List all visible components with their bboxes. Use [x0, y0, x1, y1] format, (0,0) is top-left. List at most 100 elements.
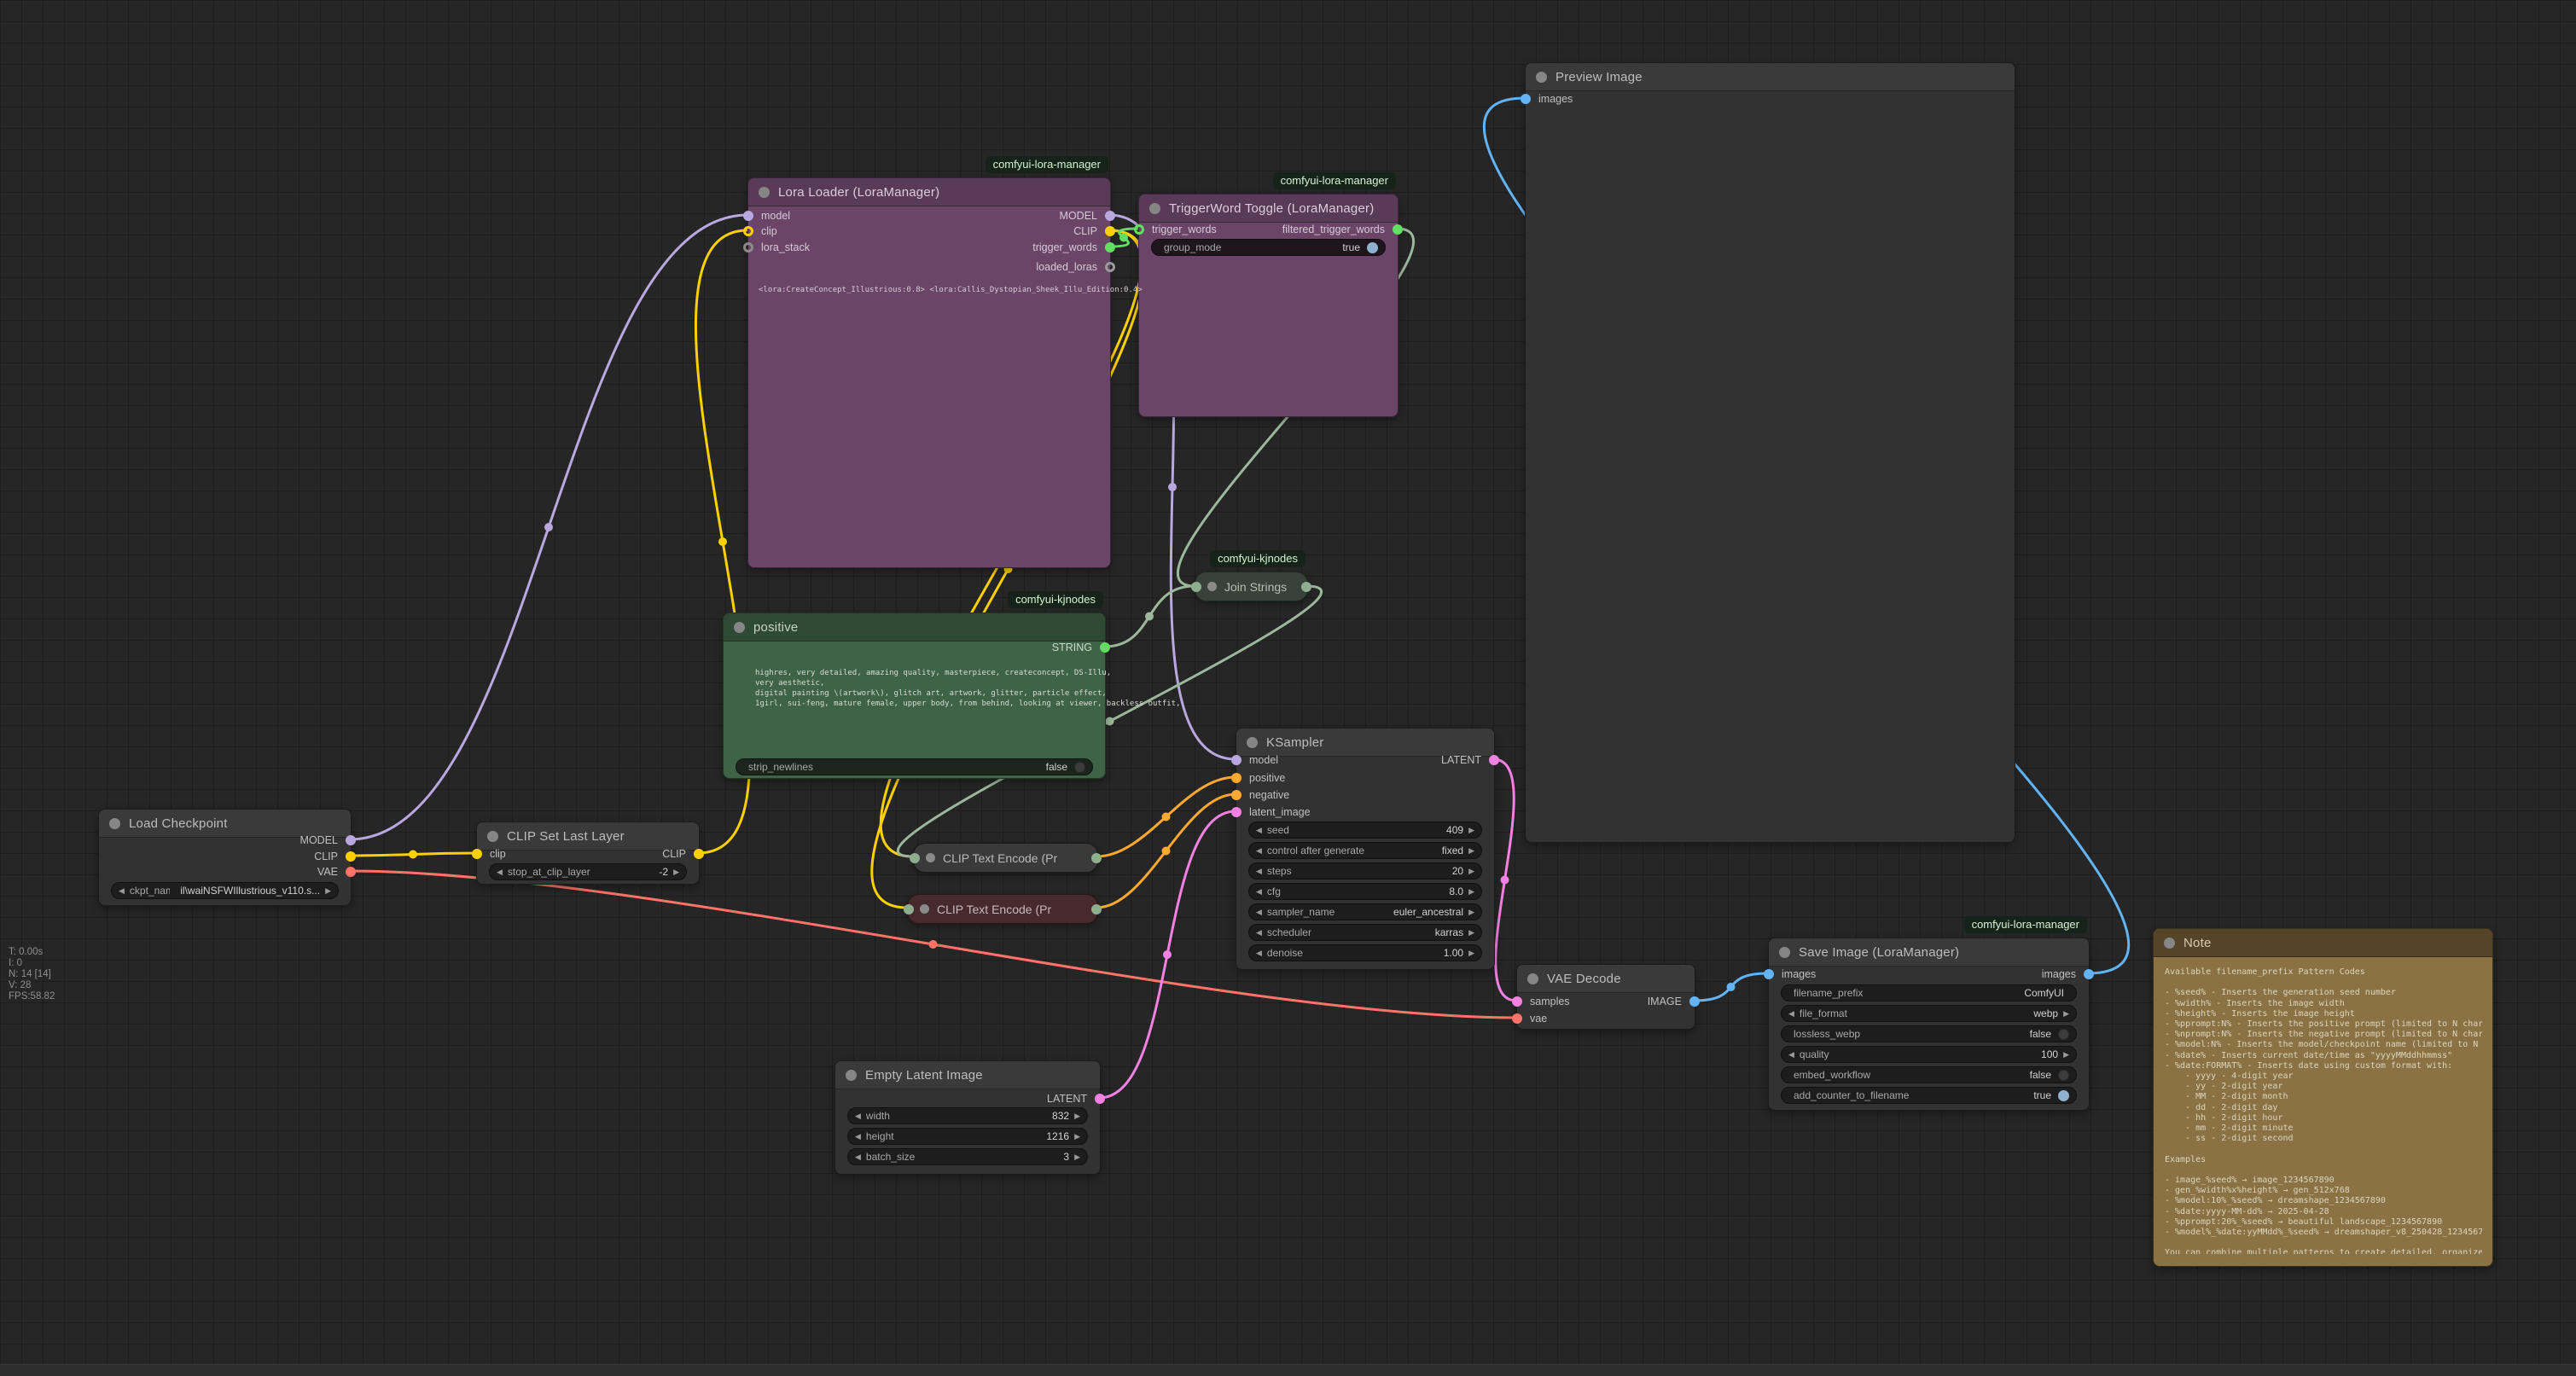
widget-group_mode[interactable]: group_modetrue: [1151, 239, 1386, 256]
node-clip-text-encode-positive[interactable]: CLIP Text Encode (Pr: [913, 843, 1098, 873]
increment-arrow-icon[interactable]: ▶: [2063, 1009, 2069, 1019]
input-slot-dot-images[interactable]: [1521, 94, 1531, 104]
decrement-arrow-icon[interactable]: ◀: [855, 1152, 861, 1162]
increment-arrow-icon[interactable]: ▶: [2063, 1050, 2069, 1060]
increment-arrow-icon[interactable]: ▶: [1468, 887, 1474, 897]
node-save-image[interactable]: comfyui-lora-managerSave Image (LoraMana…: [1768, 938, 2090, 1111]
widget-seed[interactable]: ◀seed409▶: [1248, 822, 1482, 839]
node-note[interactable]: NoteAvailable filename_prefix Pattern Co…: [2153, 928, 2493, 1267]
node-clip-set-last-layer[interactable]: CLIP Set Last LayerclipCLIP◀stop_at_clip…: [476, 822, 700, 885]
collapsed-input-dot[interactable]: [904, 904, 914, 914]
increment-arrow-icon[interactable]: ▶: [1468, 826, 1474, 835]
toggle-knob[interactable]: [2058, 1070, 2069, 1081]
widget-embed_workflow[interactable]: embed_workflowfalse: [1781, 1066, 2077, 1083]
decrement-arrow-icon[interactable]: ◀: [855, 1112, 861, 1121]
input-slot-dot-latent_image[interactable]: [1231, 807, 1241, 817]
node-load-checkpoint[interactable]: Load CheckpointMODELCLIPVAE◀ckpt_nameil\…: [98, 809, 352, 906]
node-triggerword-toggle[interactable]: comfyui-lora-managerTriggerWord Toggle (…: [1138, 194, 1398, 417]
decrement-arrow-icon[interactable]: ◀: [119, 886, 125, 896]
collapse-toggle-icon[interactable]: [1207, 582, 1217, 591]
widget-scheduler[interactable]: ◀schedulerkarras▶: [1248, 924, 1482, 941]
output-slot-dot-filtered_trigger_words[interactable]: [1393, 224, 1403, 235]
collapsed-input-dot[interactable]: [910, 853, 920, 863]
node-positive-prompt[interactable]: comfyui-kjnodespositiveSTRINGstrip_newli…: [723, 613, 1106, 779]
widget-control_after_generate[interactable]: ◀control after generatefixed▶: [1248, 842, 1482, 859]
widget-lossless_webp[interactable]: lossless_webpfalse: [1781, 1025, 2077, 1042]
collapse-toggle-icon[interactable]: [846, 1070, 857, 1081]
collapsed-input-dot[interactable]: [1191, 582, 1201, 592]
decrement-arrow-icon[interactable]: ◀: [1788, 1009, 1794, 1019]
widget-strip_newlines[interactable]: strip_newlinesfalse: [736, 758, 1093, 775]
output-slot-dot-MODEL[interactable]: [1105, 211, 1115, 221]
output-slot-dot-trigger_words[interactable]: [1105, 242, 1115, 253]
widget-file_format[interactable]: ◀file_formatwebp▶: [1781, 1005, 2077, 1022]
decrement-arrow-icon[interactable]: ◀: [1256, 826, 1262, 835]
decrement-arrow-icon[interactable]: ◀: [1788, 1050, 1794, 1060]
collapsed-output-dot[interactable]: [1091, 904, 1102, 914]
collapse-toggle-icon[interactable]: [1247, 737, 1258, 748]
decrement-arrow-icon[interactable]: ◀: [855, 1132, 861, 1141]
collapse-toggle-icon[interactable]: [759, 187, 770, 198]
toggle-knob[interactable]: [1074, 762, 1085, 773]
output-slot-dot-CLIP[interactable]: [1105, 226, 1115, 236]
collapse-toggle-icon[interactable]: [109, 818, 120, 829]
widget-denoise[interactable]: ◀denoise1.00▶: [1248, 944, 1482, 961]
output-slot-dot-VAE[interactable]: [346, 867, 356, 877]
output-slot-dot-CLIP[interactable]: [346, 851, 356, 862]
increment-arrow-icon[interactable]: ▶: [325, 886, 331, 896]
collapse-toggle-icon[interactable]: [734, 622, 745, 633]
graph-canvas[interactable]: Load CheckpointMODELCLIPVAE◀ckpt_nameil\…: [0, 0, 2576, 1376]
widget-cfg[interactable]: ◀cfg8.0▶: [1248, 883, 1482, 900]
collapse-toggle-icon[interactable]: [926, 853, 935, 862]
input-slot-dot-positive[interactable]: [1231, 773, 1241, 783]
input-slot-dot-negative[interactable]: [1231, 790, 1241, 800]
decrement-arrow-icon[interactable]: ◀: [1256, 928, 1262, 938]
node-preview-image[interactable]: Preview Imageimages: [1525, 62, 2015, 843]
output-slot-dot-images[interactable]: [2084, 969, 2094, 979]
increment-arrow-icon[interactable]: ▶: [1468, 908, 1474, 917]
decrement-arrow-icon[interactable]: ◀: [1256, 846, 1262, 856]
output-slot-dot-LATENT[interactable]: [1095, 1094, 1105, 1104]
output-slot-dot-loaded_loras[interactable]: [1105, 262, 1115, 272]
increment-arrow-icon[interactable]: ▶: [1074, 1152, 1080, 1162]
output-slot-dot-IMAGE[interactable]: [1689, 996, 1700, 1007]
increment-arrow-icon[interactable]: ▶: [673, 868, 679, 877]
toggle-knob[interactable]: [2058, 1029, 2069, 1040]
collapsed-output-dot[interactable]: [1301, 582, 1311, 592]
toggle-knob[interactable]: [2058, 1090, 2069, 1101]
output-slot-dot-LATENT[interactable]: [1489, 755, 1499, 765]
increment-arrow-icon[interactable]: ▶: [1468, 949, 1474, 958]
collapse-toggle-icon[interactable]: [1536, 72, 1547, 83]
collapsed-output-dot[interactable]: [1091, 853, 1102, 863]
widget-quality[interactable]: ◀quality100▶: [1781, 1046, 2077, 1063]
widget-add_counter_to_filename[interactable]: add_counter_to_filenametrue: [1781, 1087, 2077, 1104]
output-slot-dot-CLIP[interactable]: [694, 849, 704, 859]
widget-sampler_name[interactable]: ◀sampler_nameeuler_ancestral▶: [1248, 903, 1482, 920]
widget-ckpt_name[interactable]: ◀ckpt_nameil\waiNSFWIllustrious_v110.s..…: [111, 882, 339, 899]
collapse-toggle-icon[interactable]: [487, 831, 498, 842]
widget-height[interactable]: ◀height1216▶: [847, 1128, 1088, 1145]
node-ksampler[interactable]: KSamplermodelpositivenegativelatent_imag…: [1236, 728, 1495, 970]
increment-arrow-icon[interactable]: ▶: [1074, 1132, 1080, 1141]
increment-arrow-icon[interactable]: ▶: [1074, 1112, 1080, 1121]
increment-arrow-icon[interactable]: ▶: [1468, 928, 1474, 938]
widget-stop_at_clip_layer[interactable]: ◀stop_at_clip_layer-2▶: [489, 863, 687, 880]
node-lora-loader[interactable]: comfyui-lora-managerLora Loader (LoraMan…: [747, 177, 1111, 568]
lora-syntax-text[interactable]: <lora:CreateConcept_Illustrious:0.8> <lo…: [759, 285, 1202, 296]
decrement-arrow-icon[interactable]: ◀: [497, 868, 503, 877]
decrement-arrow-icon[interactable]: ◀: [1256, 887, 1262, 897]
increment-arrow-icon[interactable]: ▶: [1468, 867, 1474, 876]
node-empty-latent-image[interactable]: Empty Latent ImageLATENT◀width832▶◀heigh…: [834, 1060, 1101, 1175]
output-slot-dot-STRING[interactable]: [1100, 642, 1110, 653]
widget-batch_size[interactable]: ◀batch_size3▶: [847, 1148, 1088, 1165]
decrement-arrow-icon[interactable]: ◀: [1256, 908, 1262, 917]
collapse-toggle-icon[interactable]: [2164, 938, 2175, 949]
collapse-toggle-icon[interactable]: [1779, 947, 1790, 958]
node-join-strings[interactable]: comfyui-kjnodesJoin Strings: [1195, 572, 1308, 601]
increment-arrow-icon[interactable]: ▶: [1468, 846, 1474, 856]
positive-prompt-text[interactable]: highres, very detailed, amazing quality,…: [755, 668, 1233, 709]
widget-width[interactable]: ◀width832▶: [847, 1107, 1088, 1124]
node-vae-decode[interactable]: VAE DecodesamplesvaeIMAGE: [1516, 964, 1695, 1030]
collapse-toggle-icon[interactable]: [920, 904, 929, 914]
input-slot-dot-vae[interactable]: [1512, 1013, 1522, 1024]
